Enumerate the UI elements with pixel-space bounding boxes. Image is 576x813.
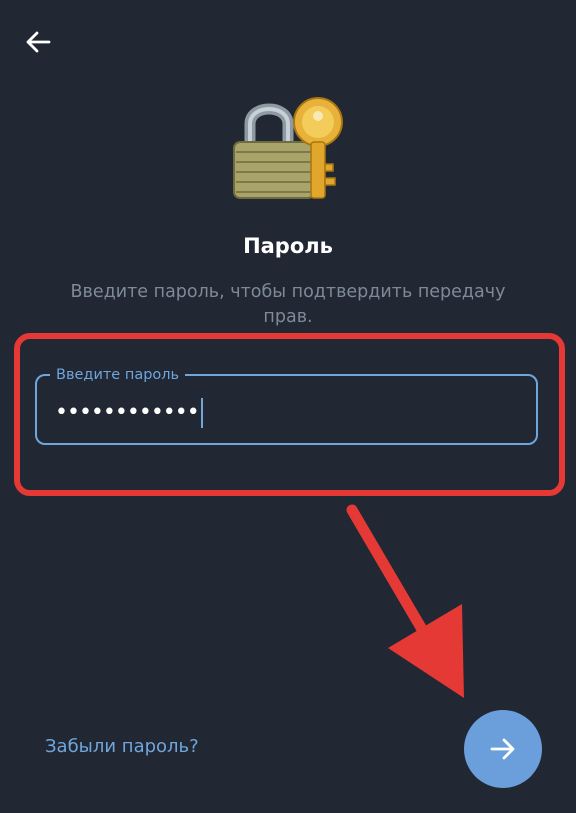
arrow-right-icon [490, 738, 515, 760]
text-caret [200, 398, 203, 428]
forgot-password-link[interactable]: Забыли пароль? [45, 736, 199, 757]
arrow-left-icon [26, 31, 51, 53]
page-title: Пароль [243, 234, 333, 258]
password-screen: Пароль Введите пароль, чтобы подтвердить… [0, 0, 576, 813]
next-button[interactable] [464, 710, 542, 788]
back-button[interactable] [18, 22, 58, 62]
password-input[interactable]: •••••••••••• [55, 400, 200, 426]
password-field-label: Введите пароль [50, 365, 186, 385]
lock-with-key-icon [218, 94, 348, 206]
page-subtitle: Введите пароль, чтобы подтвердить переда… [70, 282, 506, 327]
password-field[interactable]: Введите пароль •••••••••••• [35, 365, 538, 445]
